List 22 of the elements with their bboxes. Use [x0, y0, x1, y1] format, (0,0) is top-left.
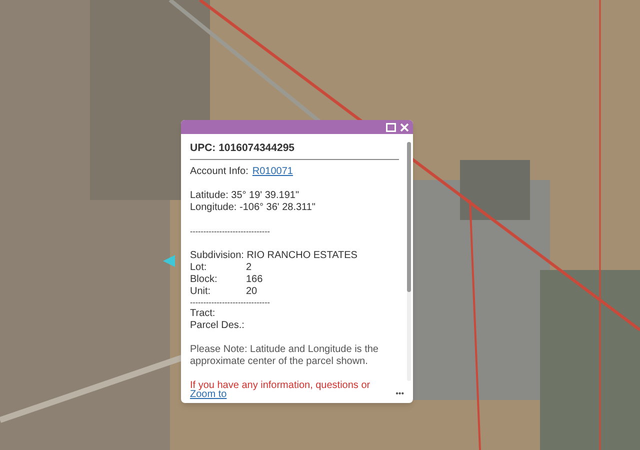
latitude-text: Latitude: 35° 19' 39.191": [190, 190, 300, 202]
field-label: Block:: [190, 274, 218, 286]
location-pointer-icon: [162, 254, 176, 268]
tract-label: Tract:: [190, 308, 216, 320]
more-options-button[interactable]: •••: [396, 388, 404, 400]
account-label: Account Info:: [190, 166, 248, 178]
close-icon[interactable]: [400, 122, 409, 132]
field-value: 2: [246, 262, 252, 274]
longitude-text: Longitude: -106° 36' 28.311": [190, 202, 316, 214]
account-link[interactable]: R010071: [252, 166, 293, 178]
maximize-icon[interactable]: [386, 122, 396, 132]
warning-text: If you have any information, questions or: [190, 380, 372, 391]
separator-text: ------------------------------: [190, 226, 271, 238]
field-label: Unit:: [190, 286, 212, 298]
subdivision-text: Subdivision: RIO RANCHO ESTATES: [190, 250, 358, 262]
field-label: Lot:: [190, 262, 208, 274]
parcel-description-label: Parcel Des.:: [190, 320, 246, 332]
field-value: 166: [246, 274, 263, 286]
field-value: 20: [246, 286, 258, 298]
note-text: Please Note: Latitude and Longitude is the approximate center of the parcel shown.: [190, 344, 380, 368]
separator-text: ------------------------------: [190, 298, 271, 308]
upc-title: UPC: 1016074344295: [190, 142, 296, 154]
